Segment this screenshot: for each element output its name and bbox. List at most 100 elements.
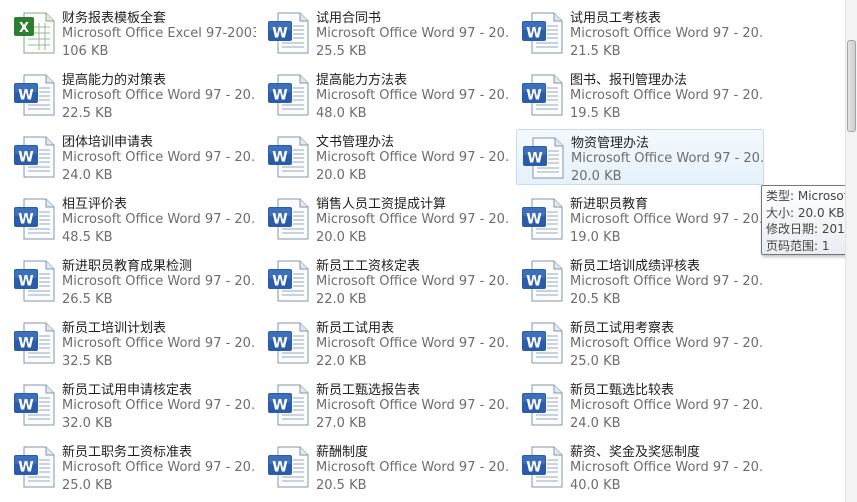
word-icon: W	[520, 320, 570, 368]
file-name: 试用员工考核表	[570, 11, 662, 26]
file-name: 试用合同书	[316, 11, 382, 26]
svg-text:W: W	[526, 26, 541, 42]
file-size: 24.0 KB	[570, 416, 621, 431]
scrollbar-thumb[interactable]	[847, 40, 856, 132]
svg-text:W: W	[272, 398, 287, 414]
file-item[interactable]: W 相互评价表 Microsoft Office Word 97 - 20... 48…	[8, 191, 256, 247]
svg-text:W: W	[18, 88, 33, 104]
file-item[interactable]: W 图书、报刊管理办法 Microsoft Office Word 97 - 20.…	[516, 67, 764, 123]
file-info-tooltip: 类型: Microsoft 大小: 20.0 KB 修改日期: 2017/8 页…	[761, 185, 857, 255]
svg-text:W: W	[526, 88, 541, 104]
file-item[interactable]: W 新进职员教育成果检测 Microsoft Office Word 97 - 20…	[8, 253, 256, 309]
file-type: Microsoft Office Word 97 - 20...	[316, 212, 510, 227]
file-size: 22.5 KB	[62, 106, 113, 121]
file-size: 26.5 KB	[62, 292, 113, 307]
svg-text:W: W	[18, 274, 33, 290]
file-name: 新进职员教育	[570, 197, 649, 212]
file-item[interactable]: W 物资管理办法 Microsoft Office Word 97 - 20... 2…	[516, 129, 765, 185]
file-type: Microsoft Office Word 97 - 20...	[570, 460, 764, 475]
file-item[interactable]: W 新员工培训成绩评核表 Microsoft Office Word 97 - 20…	[516, 253, 764, 309]
file-name: 新员工工资核定表	[316, 259, 421, 274]
file-size: 25.0 KB	[62, 478, 113, 493]
svg-text:W: W	[526, 212, 541, 228]
file-item[interactable]: W 文书管理办法 Microsoft Office Word 97 - 20... 2…	[262, 129, 510, 185]
file-name: 新员工甄选比较表	[570, 383, 675, 398]
file-name: 新员工试用表	[316, 321, 395, 336]
word-icon: W	[12, 196, 62, 244]
svg-text:W: W	[18, 150, 33, 166]
file-name: 新员工培训计划表	[62, 321, 167, 336]
file-type: Microsoft Office Word 97 - 20...	[316, 336, 510, 351]
file-type: Microsoft Office Word 97 - 20...	[62, 398, 256, 413]
file-item[interactable]: W 试用合同书 Microsoft Office Word 97 - 20... 25…	[262, 5, 510, 61]
svg-text:W: W	[272, 212, 287, 228]
file-type: Microsoft Office Word 97 - 20...	[62, 460, 256, 475]
file-type: Microsoft Office Word 97 - 20...	[316, 26, 510, 41]
file-name: 物资管理办法	[571, 136, 650, 151]
word-icon: W	[12, 72, 62, 120]
excel-icon: X	[12, 10, 62, 58]
word-icon: W	[520, 444, 570, 492]
file-item[interactable]: W 新员工职务工资标准表 Microsoft Office Word 97 - 20…	[8, 439, 256, 495]
file-name: 销售人员工资提成计算	[316, 197, 447, 212]
svg-text:W: W	[18, 336, 33, 352]
file-name: 新员工甄选报告表	[316, 383, 421, 398]
file-item[interactable]: W 新员工试用申请核定表 Microsoft Office Word 97 - 20…	[8, 377, 256, 433]
word-icon: W	[266, 10, 316, 58]
file-name: 新进职员教育成果检测	[62, 259, 193, 274]
word-icon: W	[266, 134, 316, 182]
word-icon: W	[266, 382, 316, 430]
file-type: Microsoft Office Word 97 - 20...	[62, 336, 256, 351]
file-item[interactable]: W 新员工试用表 Microsoft Office Word 97 - 20... 2…	[262, 315, 510, 371]
file-item[interactable]: W 新员工甄选比较表 Microsoft Office Word 97 - 20..…	[516, 377, 764, 433]
word-icon: W	[12, 382, 62, 430]
svg-text:W: W	[526, 460, 541, 476]
file-size: 32.0 KB	[62, 416, 113, 431]
file-item[interactable]: W 新员工甄选报告表 Microsoft Office Word 97 - 20..…	[262, 377, 510, 433]
file-size: 22.0 KB	[316, 354, 367, 369]
file-type: Microsoft Office Word 97 - 20...	[570, 212, 764, 227]
file-item[interactable]: W 薪酬制度 Microsoft Office Word 97 - 20... 20.…	[262, 439, 510, 495]
svg-text:W: W	[272, 88, 287, 104]
file-size: 40.0 KB	[570, 478, 621, 493]
file-item[interactable]: W 新员工培训计划表 Microsoft Office Word 97 - 20..…	[8, 315, 256, 371]
file-size: 25.0 KB	[570, 354, 621, 369]
tooltip-size: 大小: 20.0 KB	[766, 205, 845, 220]
file-item[interactable]: W 提高能力方法表 Microsoft Office Word 97 - 20...…	[262, 67, 510, 123]
file-type: Microsoft Office Word 97 - 20...	[316, 150, 510, 165]
svg-text:W: W	[272, 274, 287, 290]
file-name: 相互评价表	[62, 197, 128, 212]
tooltip-type: 类型: Microsoft	[766, 189, 853, 203]
file-size: 106 KB	[62, 44, 109, 59]
word-icon: W	[12, 258, 62, 306]
file-size: 20.0 KB	[316, 230, 367, 245]
file-item[interactable]: W 新员工试用考察表 Microsoft Office Word 97 - 20..…	[516, 315, 764, 371]
file-size: 48.5 KB	[62, 230, 113, 245]
word-icon: W	[520, 10, 570, 58]
file-item[interactable]: W 试用员工考核表 Microsoft Office Word 97 - 20...…	[516, 5, 764, 61]
file-type: Microsoft Office Word 97 - 20...	[570, 88, 764, 103]
word-icon: W	[266, 72, 316, 120]
file-type: Microsoft Office Word 97 - 20...	[571, 151, 765, 166]
svg-text:W: W	[272, 460, 287, 476]
file-size: 19.5 KB	[570, 106, 621, 121]
file-list-view: X 财务报表模板全套 Microsoft Office Excel 97-2003.…	[0, 0, 857, 502]
word-icon: W	[520, 258, 570, 306]
file-name: 财务报表模板全套	[62, 11, 167, 26]
word-icon: W	[520, 382, 570, 430]
svg-text:W: W	[527, 151, 542, 167]
file-item[interactable]: W 新员工工资核定表 Microsoft Office Word 97 - 20..…	[262, 253, 510, 309]
file-type: Microsoft Office Word 97 - 20...	[62, 150, 256, 165]
vertical-scrollbar[interactable]	[845, 0, 857, 502]
tooltip-modified-date: 修改日期: 2017/8	[766, 222, 857, 236]
file-item[interactable]: W 销售人员工资提成计算 Microsoft Office Word 97 - 20…	[262, 191, 510, 247]
file-name: 薪资、奖金及奖惩制度	[570, 445, 701, 460]
file-item[interactable]: W 新进职员教育 Microsoft Office Word 97 - 20... 1…	[516, 191, 764, 247]
svg-text:W: W	[272, 26, 287, 42]
file-type: Microsoft Office Word 97 - 20...	[62, 88, 256, 103]
word-icon: W	[12, 444, 62, 492]
file-item[interactable]: X 财务报表模板全套 Microsoft Office Excel 97-2003.…	[8, 5, 256, 61]
file-item[interactable]: W 团体培训申请表 Microsoft Office Word 97 - 20...…	[8, 129, 256, 185]
file-item[interactable]: W 薪资、奖金及奖惩制度 Microsoft Office Word 97 - 20…	[516, 439, 764, 495]
file-item[interactable]: W 提高能力的对策表 Microsoft Office Word 97 - 20..…	[8, 67, 256, 123]
